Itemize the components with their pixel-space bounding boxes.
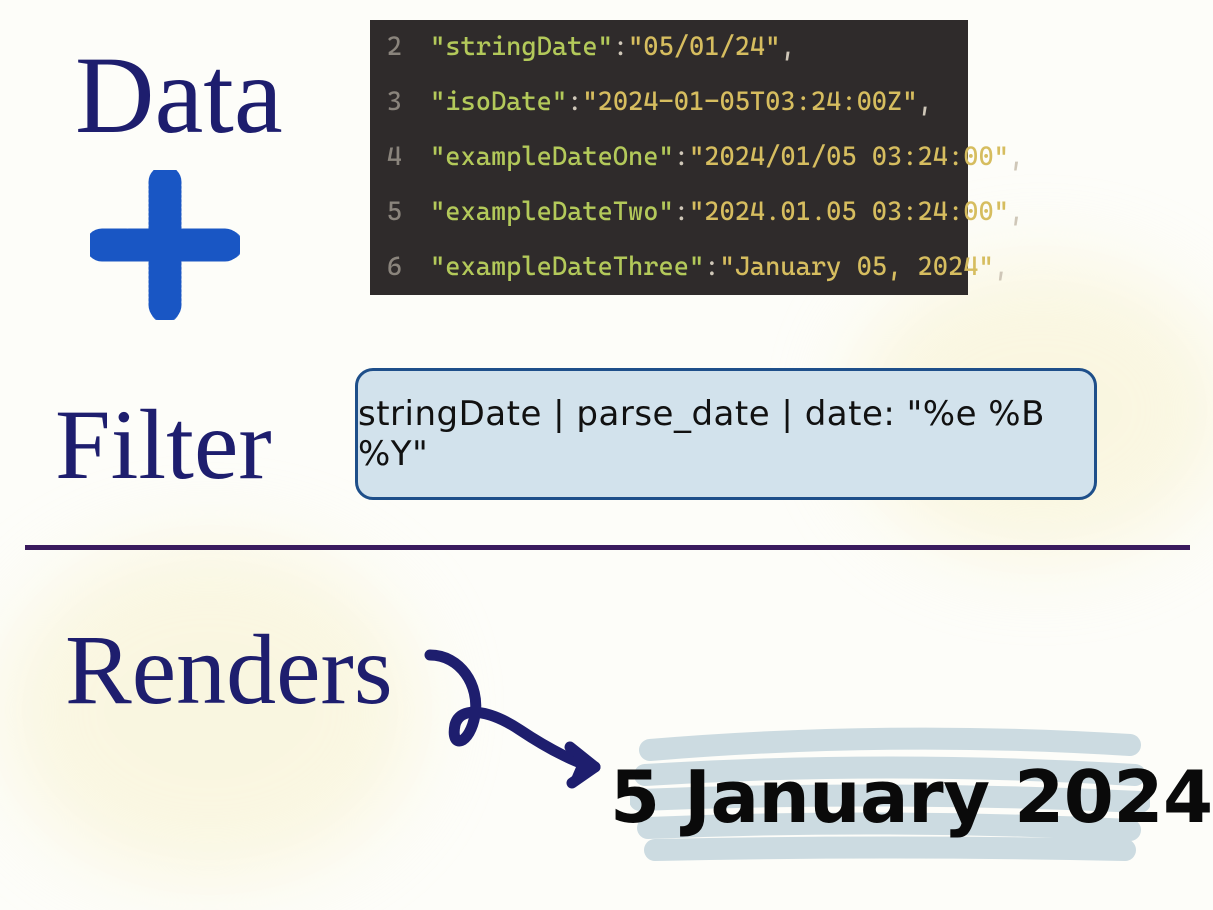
filter-expression-box: stringDate | parse_date | date: "%e %B %… (355, 368, 1097, 500)
code-line: 3 "isoDate":"2024-01-05T03:24:00Z", (370, 75, 968, 130)
filter-expression: stringDate | parse_date | date: "%e %B %… (358, 394, 1094, 474)
line-number: 4 (380, 130, 430, 185)
renders-label: Renders (65, 620, 393, 720)
code-line: 2 "stringDate":"05/01/24", (370, 20, 968, 75)
code-line: 6 "exampleDateThree":"January 05, 2024", (370, 240, 968, 295)
code-line: 4 "exampleDateOne":"2024/01/05 03:24:00"… (370, 130, 968, 185)
code-block: 2 "stringDate":"05/01/24", 3 "isoDate":"… (370, 20, 968, 295)
line-number: 3 (380, 75, 430, 130)
code-line: 5 "exampleDateTwo":"2024.01.05 03:24:00"… (370, 185, 968, 240)
output-text: 5 January 2024 (610, 755, 1213, 839)
line-number: 6 (380, 240, 430, 295)
line-number: 5 (380, 185, 430, 240)
line-number: 2 (380, 20, 430, 75)
plus-icon (90, 170, 240, 320)
filter-label: Filter (55, 395, 272, 495)
divider (25, 545, 1190, 550)
data-label: Data (75, 40, 283, 150)
arrow-icon (420, 635, 620, 795)
